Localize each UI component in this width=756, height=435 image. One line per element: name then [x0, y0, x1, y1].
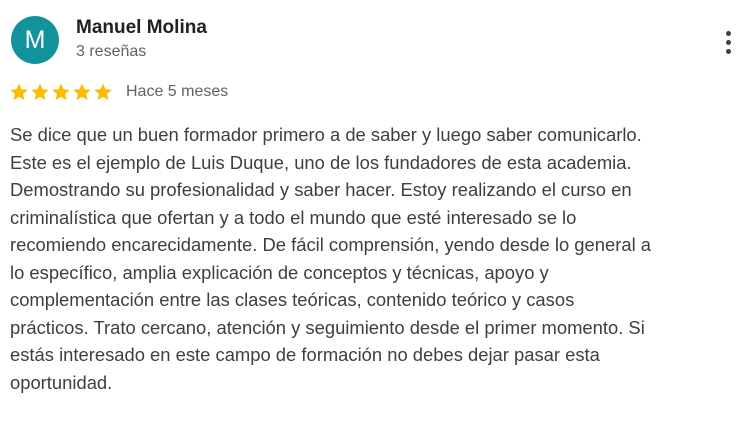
review-text-line: lo específico, amplia explicación de con… — [10, 261, 549, 283]
review-card: M Manuel Molina 3 reseñas Hace 5 meses S… — [0, 0, 756, 435]
star-icon — [52, 83, 70, 101]
review-text-line: Este es el ejemplo de Luis Duque, uno de… — [10, 151, 632, 173]
author-review-count: 3 reseñas — [76, 43, 147, 60]
review-text-line: complementación entre las clases teórica… — [10, 289, 575, 310]
more-vertical-icon-dot — [725, 48, 731, 54]
author-name[interactable]: Manuel Molina — [76, 17, 207, 39]
avatar[interactable]: M — [11, 16, 59, 64]
review-text: Se dice que un buen formador primero a d… — [10, 121, 750, 396]
review-text-line: recomiendo encarecidamente. De fácil com… — [10, 234, 651, 255]
star-rating — [9, 82, 113, 102]
avatar-initial: M — [24, 25, 46, 54]
star-icon — [73, 83, 91, 101]
review-date: Hace 5 meses — [126, 83, 229, 100]
review-text-line: Demostrando su profesionalidad y saber h… — [10, 179, 632, 200]
more-vertical-icon — [725, 30, 731, 36]
more-options-button[interactable] — [714, 22, 742, 62]
review-text-line: estás interesado en este campo de formac… — [10, 344, 600, 365]
more-vertical-icon-dot — [725, 39, 731, 45]
star-icon — [10, 83, 28, 101]
rating-row: Hace 5 meses — [9, 81, 228, 103]
review-text-line: criminalística que ofertan y a todo el m… — [10, 206, 577, 228]
review-text-line: prácticos. Trato cercano, atención y seg… — [10, 316, 645, 338]
review-text-line: oportunidad. — [10, 371, 113, 393]
star-icon — [94, 83, 112, 101]
review-text-line: Se dice que un buen formador primero a d… — [10, 124, 642, 145]
star-icon — [31, 83, 49, 101]
